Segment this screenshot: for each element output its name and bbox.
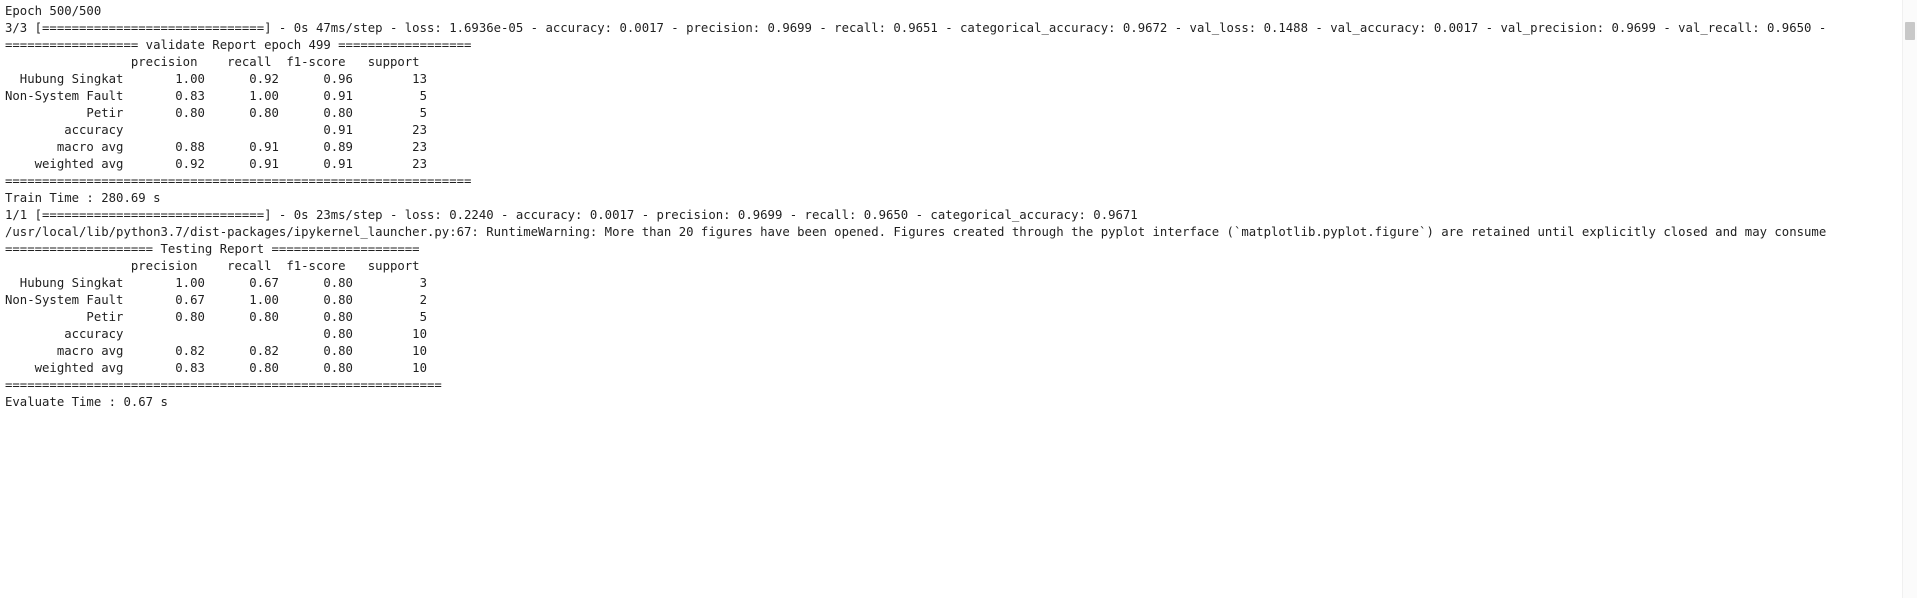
report-divider: ========================================… [5, 174, 472, 188]
scrollbar-thumb[interactable] [1905, 22, 1915, 40]
report-column-headers: precision recall f1-score support [5, 259, 420, 273]
report-row: weighted avg 0.83 0.80 0.80 10 [5, 361, 427, 375]
cell-output: Epoch 500/500 3/3 [=====================… [0, 0, 1897, 598]
report-divider: ========================================… [5, 378, 442, 392]
report-column-headers: precision recall f1-score support [5, 55, 420, 69]
report-row: accuracy 0.91 23 [5, 123, 427, 137]
report-row: Petir 0.80 0.80 0.80 5 [5, 106, 427, 120]
train-time: Train Time : 280.69 s [5, 191, 161, 205]
evaluation-progress-line: 1/1 [==============================] - 0… [5, 208, 1138, 222]
validate-report-title: ================== validate Report epoch… [5, 38, 472, 52]
evaluate-time: Evaluate Time : 0.67 s [5, 395, 168, 409]
report-row: Non-System Fault 0.83 1.00 0.91 5 [5, 89, 427, 103]
report-row: macro avg 0.88 0.91 0.89 23 [5, 140, 427, 154]
report-row: macro avg 0.82 0.82 0.80 10 [5, 344, 427, 358]
training-progress-line: 3/3 [==============================] - 0… [5, 21, 1827, 35]
report-row: Hubung Singkat 1.00 0.67 0.80 3 [5, 276, 427, 290]
runtime-warning: /usr/local/lib/python3.7/dist-packages/i… [5, 225, 1827, 239]
report-row: weighted avg 0.92 0.91 0.91 23 [5, 157, 427, 171]
vertical-scrollbar[interactable] [1902, 0, 1917, 598]
epoch-header: Epoch 500/500 [5, 4, 102, 18]
report-row: Petir 0.80 0.80 0.80 5 [5, 310, 427, 324]
report-row: Non-System Fault 0.67 1.00 0.80 2 [5, 293, 427, 307]
testing-report-title: ==================== Testing Report ====… [5, 242, 420, 256]
report-row: Hubung Singkat 1.00 0.92 0.96 13 [5, 72, 427, 86]
report-row: accuracy 0.80 10 [5, 327, 427, 341]
